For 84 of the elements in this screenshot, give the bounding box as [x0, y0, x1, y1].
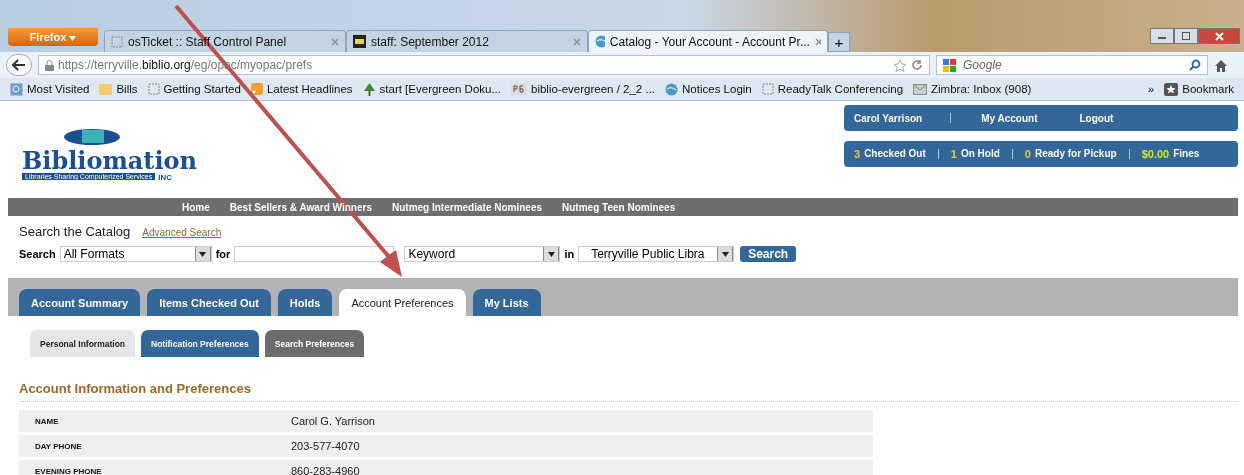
search-engine-icon — [943, 58, 957, 72]
logo-name: Bibliomation — [22, 149, 198, 173]
stat-link[interactable]: 3 Checked Out — [854, 148, 926, 160]
in-label: in — [564, 248, 575, 260]
more-bookmarks-button[interactable]: » — [1147, 83, 1155, 95]
page-icon — [111, 35, 123, 48]
back-arrow-icon — [12, 59, 26, 71]
separator — [1011, 149, 1013, 159]
query-input[interactable] — [234, 246, 395, 262]
tab-title: staff: September 2012 — [371, 34, 490, 49]
folder-icon — [99, 83, 113, 95]
field-value: Carol G. Yarrison — [291, 415, 375, 427]
tab-title: Catalog - Your Account - Account Pr... — [609, 34, 810, 49]
section-heading: Account Information and Preferences — [19, 381, 1238, 402]
restore-icon — [1182, 32, 1190, 40]
pb-icon — [511, 83, 527, 95]
bookmark-item[interactable]: Latest Headlines — [250, 83, 353, 95]
restore-button[interactable] — [1174, 28, 1198, 44]
bookmark-item[interactable]: Getting Started — [147, 83, 241, 95]
logo-suffix: INC — [158, 173, 172, 182]
library-select[interactable]: Terryville Public Libra — [578, 246, 735, 262]
lock-icon — [45, 59, 54, 71]
close-icon[interactable] — [814, 37, 821, 46]
search-box[interactable]: Google — [936, 55, 1208, 75]
bookmark-item[interactable]: biblio-evergreen / 2_2 ... — [511, 83, 656, 95]
tree-icon — [362, 82, 376, 96]
bookmark-item[interactable]: Bills — [99, 83, 138, 95]
bookmark-item[interactable]: Notices Login — [665, 82, 752, 96]
field-label: DAY PHONE — [34, 441, 83, 451]
bookmark-item[interactable]: ReadyTalk Conferencing — [761, 83, 904, 95]
browser-tab[interactable]: Catalog - Your Account - Account Pr... — [588, 30, 828, 52]
bookmark-item[interactable]: Zimbra: Inbox (908) — [913, 83, 1032, 95]
search-type-select[interactable]: Keyword — [404, 246, 561, 262]
home-icon[interactable] — [1214, 58, 1228, 72]
page-icon — [761, 83, 774, 95]
format-select[interactable]: All Formats — [59, 246, 212, 262]
account-tab[interactable]: Account Preferences — [339, 289, 466, 316]
nav-link[interactable]: Nutmeg Intermediate Nominees — [392, 201, 543, 213]
preferences-tab[interactable]: Notification Preferences — [141, 330, 259, 357]
separator — [1128, 149, 1130, 159]
star-icon — [1164, 82, 1179, 96]
close-window-button[interactable] — [1198, 28, 1240, 44]
account-tab[interactable]: My Lists — [472, 289, 541, 316]
globe-icon — [595, 35, 605, 48]
stat-link[interactable]: 0 Ready for Pickup — [1024, 148, 1117, 160]
envelope-icon — [913, 83, 928, 95]
back-button[interactable] — [6, 54, 32, 76]
search-label: Search — [19, 248, 56, 260]
bookmarks-menu[interactable]: Bookmark — [1164, 82, 1234, 96]
star-icon[interactable] — [893, 58, 907, 72]
browser-tab[interactable]: staff: September 2012 — [346, 30, 588, 52]
advanced-search-link[interactable]: Advanced Search — [142, 227, 222, 238]
for-label: for — [215, 248, 231, 260]
stat-link[interactable]: 1 On Hold — [950, 148, 1000, 160]
page-icon — [147, 83, 160, 95]
minimize-button[interactable] — [1150, 28, 1174, 44]
preferences-tab[interactable]: Search Preferences — [264, 330, 365, 357]
reload-icon[interactable] — [911, 59, 923, 71]
preferences-tab[interactable]: Personal Information — [30, 330, 135, 357]
search-button[interactable]: Search — [740, 246, 797, 262]
account-tab[interactable]: Account Summary — [19, 289, 141, 316]
separator — [950, 113, 952, 123]
field-value: 860-283-4960 — [291, 465, 360, 475]
field-label: EVENING PHONE — [34, 466, 103, 475]
account-tab[interactable]: Items Checked Out — [147, 289, 271, 316]
new-tab-button[interactable]: + — [828, 32, 850, 52]
nav-link[interactable]: Home — [182, 201, 210, 213]
feed-icon — [250, 83, 263, 95]
stat-link[interactable]: $0.00 Fines — [1141, 148, 1200, 160]
field-label: NAME — [34, 416, 60, 426]
search-icon[interactable] — [1189, 59, 1201, 71]
search-title: Search the Catalog — [19, 224, 131, 239]
account-tab[interactable]: Holds — [277, 289, 333, 316]
bookmark-item[interactable]: Most Visited — [10, 82, 90, 96]
user-name-link[interactable]: Carol Yarrison — [854, 112, 923, 124]
field-value: 203-577-4070 — [291, 440, 360, 452]
my-account-link[interactable]: My Account — [981, 112, 1038, 124]
caret-icon — [69, 36, 77, 41]
nav-link[interactable]: Nutmeg Teen Nominees — [562, 201, 676, 213]
bookmark-item[interactable]: start [Evergreen Doku... — [362, 82, 501, 96]
close-icon — [1214, 31, 1224, 41]
logout-link[interactable]: Logout — [1079, 112, 1114, 124]
globe-icon — [665, 82, 679, 96]
separator — [937, 149, 939, 159]
